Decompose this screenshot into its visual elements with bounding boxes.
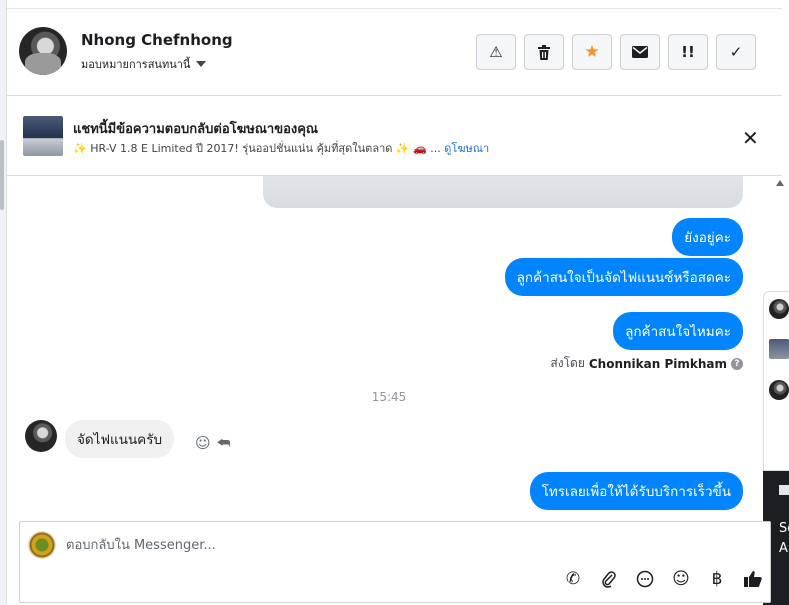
contact-avatar-small[interactable] <box>25 420 57 452</box>
reply-composer: ✆ ☺ ฿ <box>19 521 771 603</box>
ad-description-text: ✨ HR-V 1.8 E Limited ปี 2017! รุ่นออปชั่… <box>73 142 441 155</box>
outgoing-message[interactable]: ยังอยู่คะ <box>672 218 743 256</box>
phone-icon[interactable]: ✆ <box>562 568 584 590</box>
follow-up-button[interactable]: !! <box>668 34 708 70</box>
close-icon[interactable]: ✕ <box>742 126 759 150</box>
page-avatar <box>28 531 56 559</box>
scroll-up-arrow-icon[interactable] <box>776 180 784 186</box>
emoji-icon[interactable]: ☺ <box>670 568 692 590</box>
message-thread[interactable]: ยังอยู่คะ ลูกค้าสนใจเป็นจัดไฟแนนซ์หรือสด… <box>7 176 771 521</box>
star-button[interactable]: ★ <box>572 34 612 70</box>
trash-icon <box>538 44 550 60</box>
thumbs-up-icon[interactable] <box>742 568 764 590</box>
assign-conversation-label: มอบหมายการสนทนานี้ <box>81 58 191 71</box>
timestamp-separator: 15:45 <box>371 390 407 404</box>
envelope-icon <box>632 46 648 58</box>
sent-by-label: ส่งโดย Chonnikan Pimkham ? <box>550 354 743 373</box>
ad-banner-title: แชทนี้มีข้อความตอบกลับต่อโฆษณาของคุณ <box>73 122 318 137</box>
conversation-avatar[interactable] <box>769 299 789 319</box>
chevron-down-icon <box>196 61 207 67</box>
outgoing-message[interactable]: ลูกค้าสนใจเป็นจัดไฟแนนซ์หรือสดคะ <box>504 258 743 296</box>
assign-conversation-dropdown[interactable]: มอบหมายการสนทนานี้ <box>81 55 207 73</box>
outgoing-message[interactable]: ลูกค้าสนใจไหมคะ <box>613 312 743 350</box>
outgoing-message[interactable]: โทรเลยเพื่อให้ได้รับบริการเร็วขึ้น <box>529 472 743 510</box>
done-button[interactable]: ✓ <box>716 34 756 70</box>
image-message[interactable] <box>263 176 743 208</box>
message-actions: ☺ ⮪ <box>195 434 231 452</box>
reply-input[interactable] <box>66 534 666 556</box>
reply-icon[interactable]: ⮪ <box>217 434 231 452</box>
ad-thumbnail[interactable] <box>23 116 63 156</box>
mark-unread-button[interactable] <box>620 34 660 70</box>
baht-payment-icon[interactable]: ฿ <box>706 568 728 590</box>
notification-text: So <box>779 521 789 536</box>
chat-bubble-icon[interactable] <box>634 568 656 590</box>
sent-by-prefix: ส่งโดย <box>550 356 585 370</box>
left-scroll-edge <box>0 0 7 605</box>
contact-avatar[interactable] <box>19 27 67 75</box>
composer-toolbar: ✆ ☺ ฿ <box>562 568 764 590</box>
star-icon: ★ <box>584 42 600 62</box>
conversation-avatar[interactable] <box>769 380 789 400</box>
delete-button[interactable] <box>524 34 564 70</box>
ad-banner-description: ✨ HR-V 1.8 E Limited ปี 2017! รุ่นออปชั่… <box>73 139 489 157</box>
spam-button[interactable]: ⚠ <box>476 34 516 70</box>
attachment-icon[interactable] <box>598 568 620 590</box>
view-ad-link[interactable]: ดูโฆษณา <box>444 142 489 155</box>
ad-reply-banner: แชทนี้มีข้อความตอบกลับต่อโฆษณาของคุณ ✨ H… <box>7 96 782 176</box>
calendar-icon <box>779 485 789 495</box>
conversation-avatar[interactable] <box>769 339 789 359</box>
sent-by-name: Chonnikan Pimkham <box>588 356 727 371</box>
follow-up-icon: !! <box>681 43 695 61</box>
left-scrollbar-thumb[interactable] <box>0 140 4 210</box>
incoming-message[interactable]: จัดไฟแนนครับ <box>65 420 175 458</box>
contact-name[interactable]: Nhong Chefnhong <box>81 31 233 49</box>
warning-icon: ⚠ <box>489 43 503 61</box>
notification-text: A <box>779 541 788 556</box>
checkmark-icon: ✓ <box>729 43 743 61</box>
messenger-inbox-window: Nhong Chefnhong มอบหมายการสนทนานี้ ⚠ ★ ! <box>0 0 789 605</box>
conversation-list-peek <box>763 291 789 471</box>
help-icon[interactable]: ? <box>731 357 743 370</box>
smiley-icon[interactable]: ☺ <box>195 434 211 452</box>
conversation-header: Nhong Chefnhong มอบหมายการสนทนานี้ ⚠ ★ ! <box>7 8 782 96</box>
